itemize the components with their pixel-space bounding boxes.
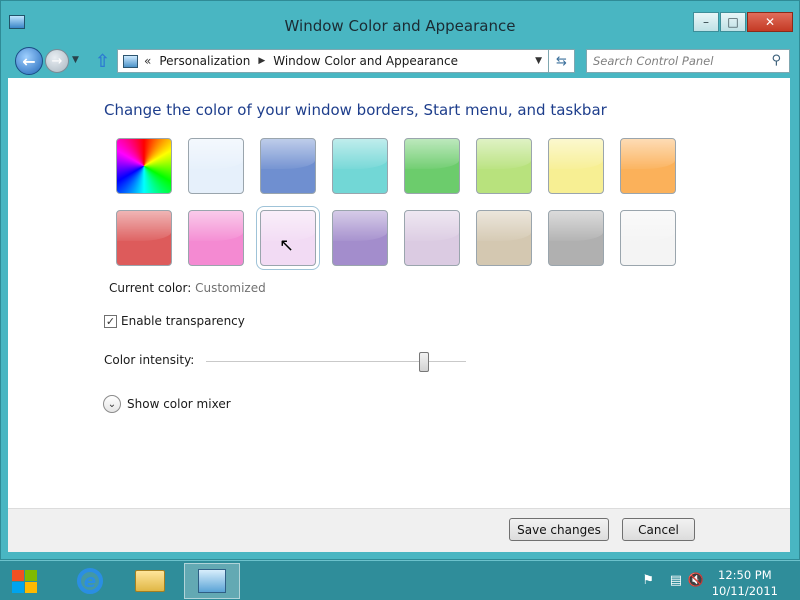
page-heading: Change the color of your window borders,… — [104, 101, 607, 119]
forward-arrow-icon[interactable]: → — [45, 49, 69, 73]
file-explorer-icon — [135, 570, 165, 592]
chevron-down-icon[interactable]: ⌄ — [103, 395, 121, 413]
volume-muted-icon[interactable]: 🔇 — [688, 573, 704, 588]
color-swatch-twilight[interactable] — [260, 138, 316, 194]
maximize-button[interactable]: □ — [720, 12, 746, 32]
save-changes-button[interactable]: Save changes — [509, 518, 609, 541]
windows-logo-icon-part — [12, 582, 24, 593]
color-swatch-sky[interactable] — [188, 138, 244, 194]
main-content: Change the color of your window borders,… — [8, 78, 790, 508]
recent-pages-dropdown-icon[interactable]: ▼ — [72, 55, 79, 65]
internet-explorer-icon: e — [77, 568, 103, 594]
current-color-label: Current color: — [109, 281, 192, 295]
color-swatch-fuchsia[interactable] — [188, 210, 244, 266]
color-swatch-chocolate-gray[interactable] — [548, 210, 604, 266]
network-icon[interactable]: ▤ — [670, 573, 682, 588]
show-color-mixer[interactable]: ⌄ Show color mixer — [103, 395, 231, 413]
color-swatch-lime[interactable] — [476, 138, 532, 194]
control-panel-icon — [198, 569, 226, 593]
windows-logo-icon-part — [25, 570, 37, 581]
address-bar[interactable]: « Personalization ▶ Window Color and App… — [117, 49, 549, 73]
color-swatch-frost[interactable] — [620, 210, 676, 266]
color-swatch-sea-foam[interactable] — [332, 138, 388, 194]
breadcrumb-personalization[interactable]: Personalization — [159, 54, 250, 68]
windows-logo-icon-part — [25, 582, 37, 593]
mouse-cursor-icon: ↖ — [279, 235, 295, 256]
breadcrumb-window-color[interactable]: Window Color and Appearance — [273, 54, 458, 68]
navigation-bar: ← → ▼ ⇧ « Personalization ▶ Window Color… — [1, 43, 799, 79]
enable-transparency-checkbox[interactable]: ✓ — [104, 314, 117, 328]
color-swatch-leaf[interactable] — [404, 138, 460, 194]
clock-time: 12:50 PM — [718, 568, 772, 582]
color-swatch-lavender[interactable] — [404, 210, 460, 266]
windows-logo-icon — [12, 570, 24, 581]
refresh-icon[interactable]: ⇆ — [549, 49, 575, 73]
start-button[interactable] — [8, 567, 40, 595]
taskbar: e ⚑ ▤ 🔇 12:50 PM 10/11/2011 — [0, 560, 800, 600]
color-swatch-color-wheel[interactable] — [116, 138, 172, 194]
color-swatch-tangerine[interactable] — [620, 138, 676, 194]
clock-date: 10/11/2011 — [711, 584, 778, 598]
title-bar[interactable]: Window Color and Appearance – □ ✕ — [1, 1, 799, 41]
color-intensity-slider-thumb[interactable] — [418, 352, 429, 372]
back-arrow-icon[interactable]: ← — [15, 47, 43, 75]
search-input[interactable] — [593, 50, 763, 72]
control-panel-icon — [123, 54, 138, 68]
color-swatch-taupe[interactable] — [476, 210, 532, 266]
search-box[interactable]: ⚲ — [586, 49, 790, 73]
show-color-mixer-label[interactable]: Show color mixer — [127, 397, 231, 411]
taskbar-control-panel[interactable] — [184, 563, 240, 599]
enable-transparency-label: Enable transparency — [121, 314, 245, 328]
footer: Save changes Cancel — [8, 508, 790, 552]
taskbar-internet-explorer[interactable]: e — [62, 563, 118, 599]
minimize-button[interactable]: – — [693, 12, 719, 32]
color-intensity-slider[interactable] — [206, 352, 466, 372]
breadcrumb-separator-icon[interactable]: ▶ — [258, 56, 265, 66]
address-dropdown-icon[interactable]: ▼ — [535, 56, 542, 66]
window-title: Window Color and Appearance — [284, 17, 516, 35]
color-intensity-label: Color intensity: — [104, 353, 195, 367]
current-color: Current color: Customized — [109, 281, 266, 295]
address-overflow-icon[interactable]: « — [144, 54, 151, 68]
color-swatch-lemon[interactable] — [548, 138, 604, 194]
color-swatch-blush[interactable]: ↖ — [256, 206, 320, 270]
search-icon[interactable]: ⚲ — [771, 53, 781, 68]
color-swatch-ruby[interactable] — [116, 210, 172, 266]
system-clock[interactable]: 12:50 PM 10/11/2011 — [712, 567, 778, 599]
cancel-button[interactable]: Cancel — [622, 518, 695, 541]
color-swatch-violet[interactable] — [332, 210, 388, 266]
action-center-flag-icon[interactable]: ⚑ — [642, 573, 654, 588]
taskbar-file-explorer[interactable] — [122, 563, 178, 599]
current-color-value: Customized — [195, 281, 266, 295]
close-button[interactable]: ✕ — [747, 12, 793, 32]
enable-transparency[interactable]: ✓ Enable transparency — [104, 314, 245, 328]
up-arrow-icon[interactable]: ⇧ — [95, 51, 110, 72]
